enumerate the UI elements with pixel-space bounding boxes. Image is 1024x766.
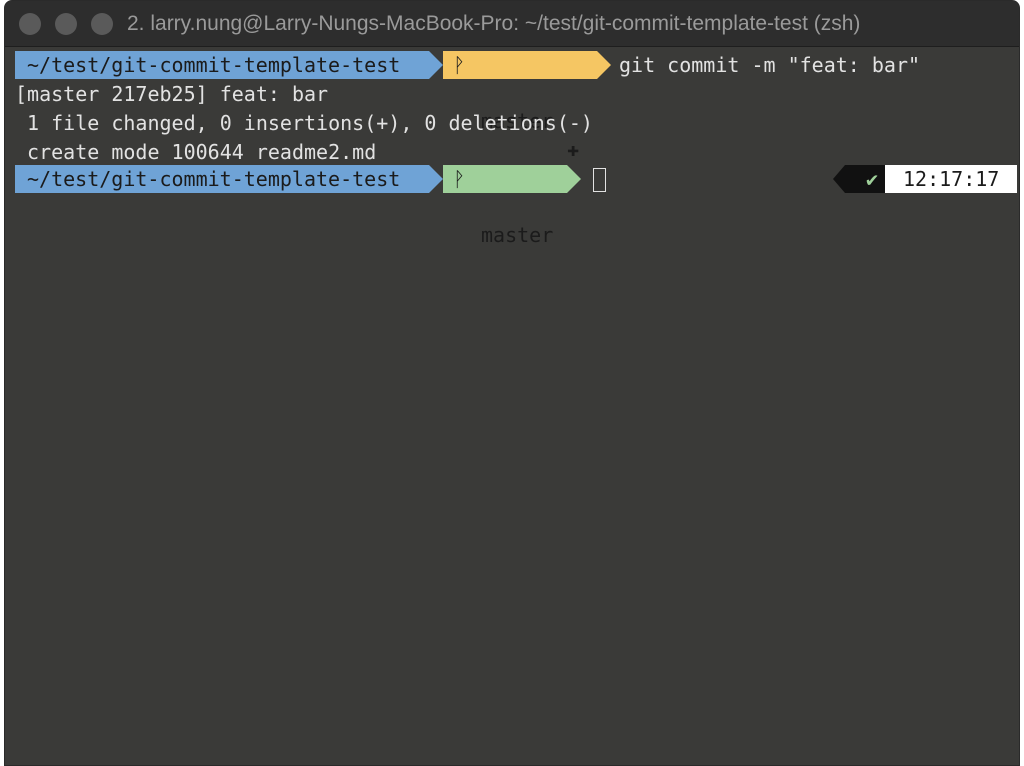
prompt-git-segment: ᚹ master xyxy=(443,165,567,247)
clock-time: 12:17:17 xyxy=(885,165,1017,193)
output-line: 1 file changed, 0 insertions(+), 0 delet… xyxy=(15,111,593,135)
rprompt-separator-icon xyxy=(833,165,845,193)
output-line: [master 217eb25] feat: bar xyxy=(15,82,329,106)
terminal-content[interactable]: ~/test/git-commit-template-test ᚹ master… xyxy=(15,49,1017,765)
branch-name: master xyxy=(481,223,554,247)
zoom-button[interactable] xyxy=(91,13,113,35)
prompt-line-1: ~/test/git-commit-template-test ᚹ master… xyxy=(15,51,1015,161)
segment-separator-icon xyxy=(429,165,443,193)
prompt-git-segment: ᚹ master ✚ xyxy=(443,51,597,161)
git-branch-icon: ᚹ xyxy=(453,167,465,191)
close-button[interactable] xyxy=(19,13,41,35)
dirty-plus-icon: ✚ xyxy=(567,137,580,161)
segment-separator-icon xyxy=(567,165,581,193)
minimize-button[interactable] xyxy=(55,13,77,35)
title-bar[interactable]: 2. larry.nung@Larry-Nungs-MacBook-Pro: ~… xyxy=(5,1,1019,47)
terminal-window: 2. larry.nung@Larry-Nungs-MacBook-Pro: ~… xyxy=(4,0,1020,766)
command-text: git commit -m "feat: bar" xyxy=(619,53,921,77)
text-cursor[interactable] xyxy=(593,168,606,192)
prompt-line-2: ~/test/git-commit-template-test ᚹ master… xyxy=(15,165,1017,247)
output-line: create mode 100644 readme2.md xyxy=(15,140,377,164)
window-title: 2. larry.nung@Larry-Nungs-MacBook-Pro: ~… xyxy=(127,12,861,35)
prompt-dir-segment: ~/test/git-commit-template-test xyxy=(15,165,429,193)
segment-separator-icon xyxy=(597,51,611,79)
prompt-dir-segment: ~/test/git-commit-template-test xyxy=(15,51,429,79)
git-branch-icon: ᚹ xyxy=(453,53,465,77)
segment-separator-icon xyxy=(429,51,443,79)
